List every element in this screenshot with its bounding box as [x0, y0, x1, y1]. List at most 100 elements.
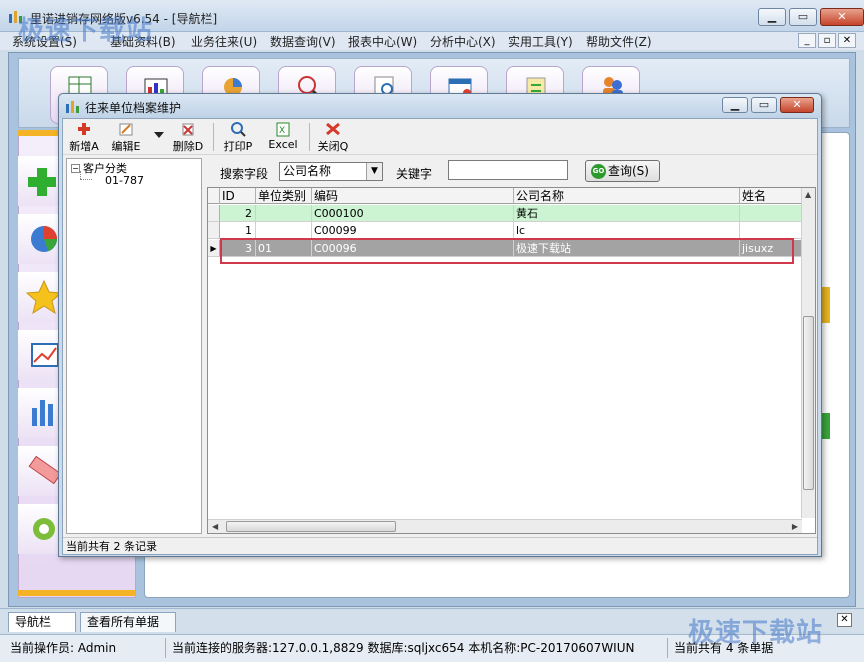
menu-tools[interactable]: 实用工具(Y)	[508, 33, 573, 50]
cell-name: jisuxz	[740, 240, 802, 257]
close-button[interactable]: ✕	[820, 8, 864, 26]
grid-header-indicator	[208, 188, 220, 204]
column-header-name[interactable]: 姓名	[740, 188, 802, 204]
table-row[interactable]: 2 C000100 黄石	[208, 205, 802, 222]
menu-query[interactable]: 数据查询(V)	[270, 33, 336, 50]
column-header-code[interactable]: 编码	[312, 188, 514, 204]
delete-icon	[182, 123, 194, 136]
horizontal-scrollbar[interactable]: ◀ ▶	[208, 519, 802, 533]
keyword-input[interactable]	[448, 160, 568, 180]
menu-help[interactable]: 帮助文件(Z)	[586, 33, 652, 50]
dialog-minimize-button[interactable]: ▁	[722, 97, 748, 113]
vertical-scrollbar[interactable]: ▲	[801, 188, 815, 518]
records-grid: ID 单位类别 编码 公司名称 姓名 2 C000100 黄石 1 C00099…	[207, 187, 816, 534]
watermark-top: 极速下载站	[18, 16, 154, 46]
edit-label: 编辑E	[111, 140, 141, 153]
cell-code: C000100	[312, 205, 514, 222]
delete-label: 删除D	[172, 140, 204, 153]
edit-dropdown-arrow-icon[interactable]	[154, 132, 164, 138]
scroll-left-icon[interactable]: ◀	[212, 522, 218, 531]
close-tab-button[interactable]: ✕	[837, 613, 852, 627]
keyword-label: 关键字	[396, 167, 433, 181]
dialog-toolbar: 新增A 编辑E 删除D 打印P X Excel 关闭Q	[63, 119, 817, 155]
status-connection: 当前连接的服务器:127.0.0.1,8829 数据库:sqljxc654 本机…	[168, 638, 668, 658]
search-field-label: 搜索字段	[220, 167, 269, 181]
minimize-button[interactable]: ▁	[758, 8, 786, 26]
row-indicator	[208, 205, 220, 222]
tab-all-documents[interactable]: 查看所有单据	[80, 612, 176, 632]
table-row-selected[interactable]: ▶ 3 01 C00096 极速下载站 jisuxz	[208, 240, 802, 257]
dialog-status: 当前共有 2 条记录	[63, 537, 817, 554]
cell-category	[256, 222, 312, 239]
partner-records-dialog: 往来单位档案维护 ▁ ▭ ✕ 新增A 编辑E 删除D 打印P X Excel 关…	[58, 93, 822, 557]
main-window-buttons: ▁ ▭ ✕	[758, 8, 864, 26]
excel-button[interactable]: X Excel	[265, 121, 301, 153]
dialog-close-button[interactable]: ✕	[780, 97, 814, 113]
menu-analysis[interactable]: 分析中心(X)	[430, 33, 496, 50]
dialog-titlebar: 往来单位档案维护 ▁ ▭ ✕	[59, 94, 821, 118]
current-row-indicator: ▶	[208, 240, 220, 257]
dialog-window-buttons: ▁ ▭ ✕	[722, 97, 814, 113]
edit-pencil-icon	[119, 123, 133, 136]
tab-navigation-label: 导航栏	[15, 615, 52, 629]
menu-reports[interactable]: 报表中心(W)	[348, 33, 417, 50]
dialog-app-icon	[66, 101, 79, 113]
search-field-select[interactable]: 公司名称 ▼	[279, 162, 383, 181]
toolbar-separator	[213, 123, 214, 151]
query-button-label: 查询(S)	[608, 164, 649, 178]
dialog-maximize-button[interactable]: ▭	[751, 97, 777, 113]
scroll-up-icon[interactable]: ▲	[805, 190, 811, 199]
category-tree: − 客户分类 01-787	[66, 158, 202, 534]
cell-company: 极速下载站	[514, 240, 740, 257]
cell-name	[740, 205, 802, 222]
column-header-company[interactable]: 公司名称	[514, 188, 740, 204]
cell-name	[740, 222, 802, 239]
search-bar: 搜索字段 公司名称 ▼ 关键字 GO 查询(S)	[208, 159, 814, 183]
tree-node-child[interactable]: 01-787	[105, 174, 144, 187]
query-button[interactable]: GO 查询(S)	[585, 160, 660, 182]
left-strip-bottom-bar	[18, 590, 136, 596]
print-button[interactable]: 打印P	[221, 121, 255, 153]
plus-icon	[78, 123, 90, 135]
tree-line	[80, 179, 92, 180]
search-field-value: 公司名称	[283, 164, 332, 178]
mdi-restore-button[interactable]: ▫	[818, 33, 836, 48]
svg-text:X: X	[279, 126, 285, 136]
cell-code: C00099	[312, 222, 514, 239]
tree-expander[interactable]: −	[71, 164, 80, 173]
scroll-right-icon[interactable]: ▶	[792, 522, 798, 531]
cell-company: 黄石	[514, 205, 740, 222]
delete-button[interactable]: 删除D	[171, 121, 205, 153]
excel-label: Excel	[268, 138, 298, 151]
mdi-minimize-button[interactable]: _	[798, 33, 816, 48]
vertical-scroll-thumb[interactable]	[803, 316, 814, 490]
close-label: 关闭Q	[317, 140, 349, 153]
tab-navigation[interactable]: 导航栏 ✕	[8, 612, 76, 647]
print-label: 打印P	[223, 140, 253, 153]
cell-company: lc	[514, 222, 740, 239]
cell-id: 3	[220, 240, 256, 257]
horizontal-scroll-thumb[interactable]	[226, 521, 396, 532]
go-icon: GO	[591, 164, 606, 179]
add-button[interactable]: 新增A	[67, 121, 101, 153]
red-x-icon	[326, 122, 340, 136]
maximize-button[interactable]: ▭	[789, 8, 817, 26]
cell-category	[256, 205, 312, 222]
chevron-down-icon[interactable]: ▼	[366, 163, 382, 180]
toolbar-separator-2	[309, 123, 310, 151]
cell-id: 2	[220, 205, 256, 222]
close-dialog-button[interactable]: 关闭Q	[315, 121, 351, 153]
tree-line	[80, 171, 81, 179]
cell-code: C00096	[312, 240, 514, 257]
column-header-category[interactable]: 单位类别	[256, 188, 312, 204]
cell-id: 1	[220, 222, 256, 239]
status-operator: 当前操作员: Admin	[6, 638, 166, 658]
dialog-body: 新增A 编辑E 删除D 打印P X Excel 关闭Q − 客户分类 01-78…	[62, 118, 818, 555]
watermark-bottom: 极速下载站	[688, 618, 824, 648]
menu-business[interactable]: 业务往来(U)	[191, 33, 257, 50]
table-row[interactable]: 1 C00099 lc	[208, 222, 802, 239]
print-preview-icon	[231, 122, 246, 137]
column-header-id[interactable]: ID	[220, 188, 256, 204]
edit-button[interactable]: 编辑E	[109, 121, 143, 153]
mdi-close-button[interactable]: ✕	[838, 33, 856, 48]
